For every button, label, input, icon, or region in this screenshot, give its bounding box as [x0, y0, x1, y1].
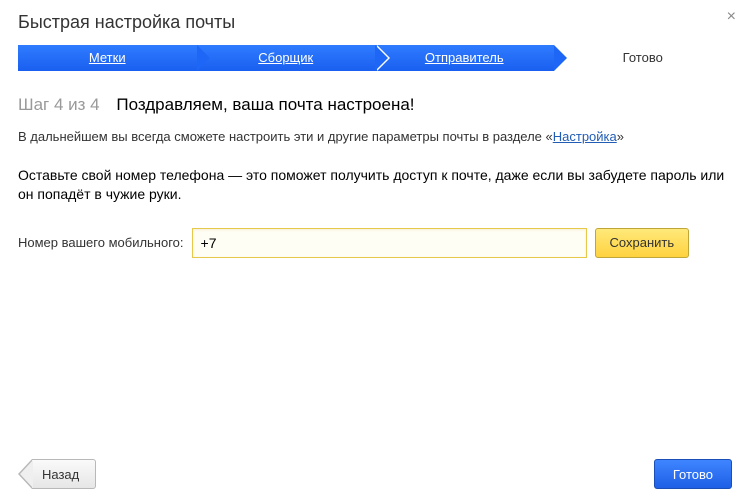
step-label: Метки	[89, 50, 126, 65]
desc-prefix: В дальнейшем вы всегда сможете настроить…	[18, 129, 553, 144]
step-labels[interactable]: Метки	[18, 45, 197, 71]
step-sender[interactable]: Отправитель	[375, 45, 554, 71]
close-icon[interactable]: ×	[727, 8, 736, 26]
settings-link[interactable]: Настройка	[553, 129, 617, 144]
done-button[interactable]: Готово	[654, 459, 732, 489]
phone-input[interactable]	[192, 228, 587, 258]
wizard-title: Быстрая настройка почты	[18, 12, 732, 33]
wizard-steps: Метки Сборщик Отправитель Готово	[18, 45, 732, 71]
wizard-footer: Назад Готово	[18, 459, 732, 489]
step-title: Поздравляем, ваша почта настроена!	[116, 95, 414, 114]
step-collector[interactable]: Сборщик	[197, 45, 376, 71]
back-button[interactable]: Назад	[32, 459, 96, 489]
description-text: В дальнейшем вы всегда сможете настроить…	[18, 129, 732, 144]
step-label: Готово	[623, 50, 663, 65]
step-heading: Шаг 4 из 4 Поздравляем, ваша почта настр…	[18, 95, 732, 115]
step-label: Сборщик	[258, 50, 313, 65]
step-label: Отправитель	[425, 50, 504, 65]
step-counter: Шаг 4 из 4	[18, 95, 100, 114]
info-text: Оставьте свой номер телефона — это помож…	[18, 166, 732, 204]
save-button[interactable]: Сохранить	[595, 228, 690, 258]
step-done: Готово	[554, 45, 733, 71]
phone-label: Номер вашего мобильного:	[18, 235, 184, 250]
phone-row: Номер вашего мобильного: Сохранить	[18, 228, 732, 258]
desc-suffix: »	[617, 129, 624, 144]
